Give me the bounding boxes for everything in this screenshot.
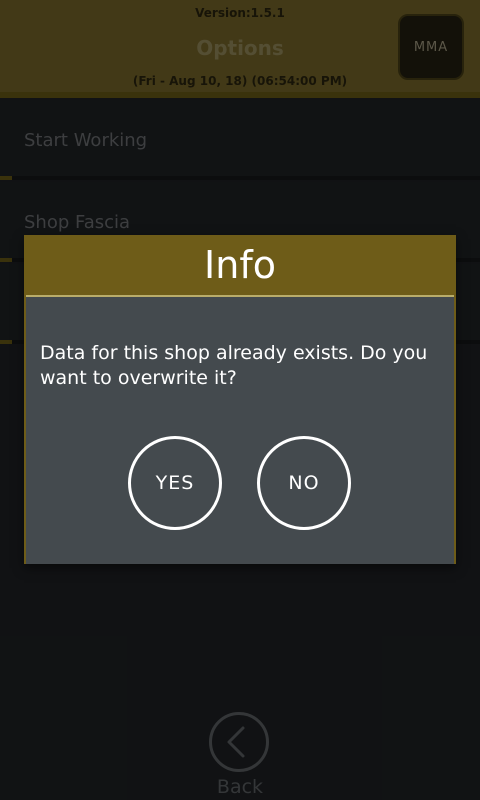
yes-button[interactable]: YES xyxy=(128,436,222,530)
options-screen: Version:1.5.1 Options (Fri - Aug 10, 18)… xyxy=(0,0,480,800)
no-label: NO xyxy=(288,472,320,494)
dialog-border-right xyxy=(454,295,456,564)
dialog-border-left xyxy=(24,295,26,564)
dialog-title: Info xyxy=(24,235,456,297)
info-dialog: Info Data for this shop already exists. … xyxy=(24,235,456,564)
yes-label: YES xyxy=(155,472,195,494)
dialog-message: Data for this shop already exists. Do yo… xyxy=(40,342,428,389)
no-button[interactable]: NO xyxy=(257,436,351,530)
